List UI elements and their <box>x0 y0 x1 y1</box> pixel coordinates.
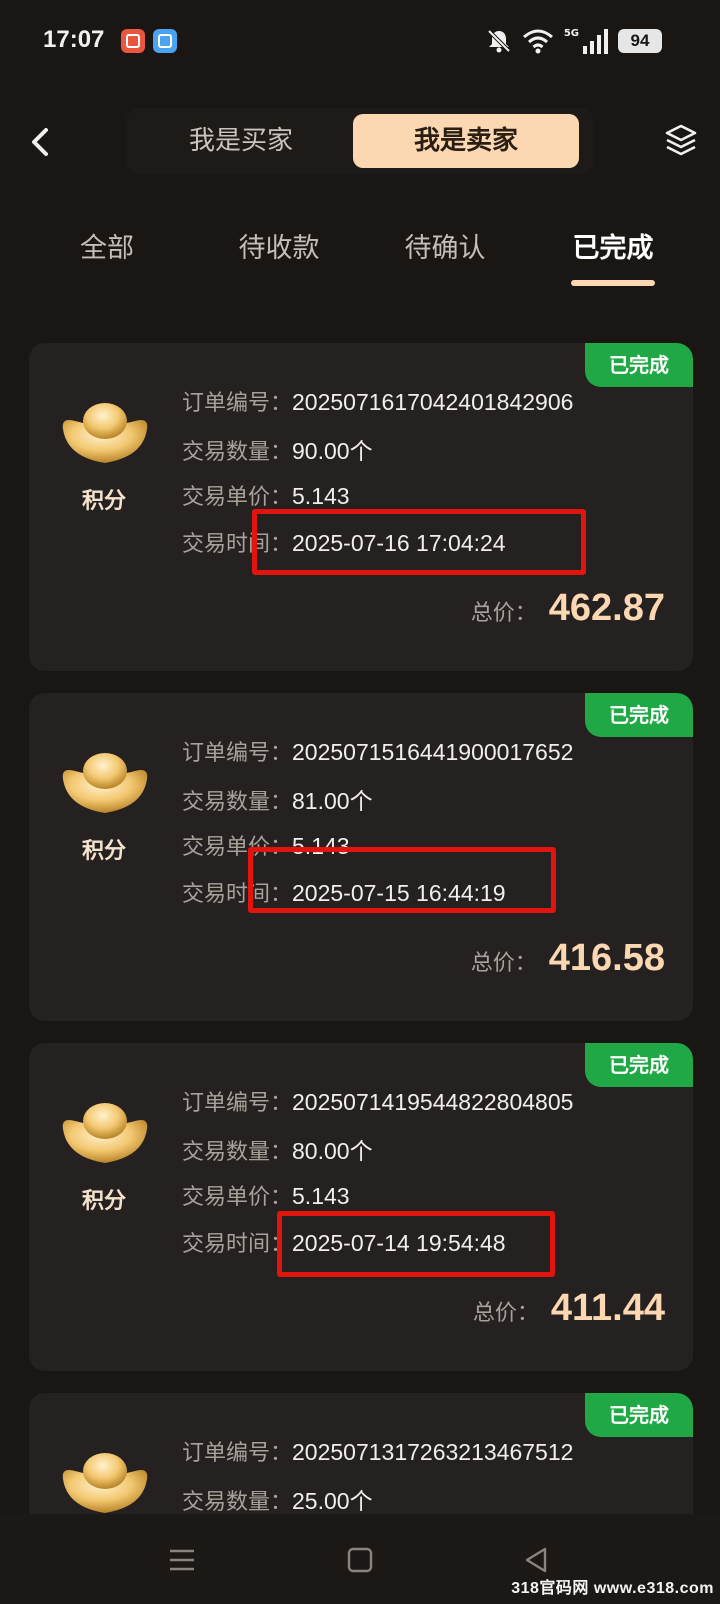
status-badge: 已完成 <box>585 1043 693 1087</box>
quantity-label: 交易数量： <box>182 440 293 465</box>
order-number-row: 订单编号：2025071317263213467512 <box>182 1435 573 1467</box>
mute-icon <box>487 29 511 53</box>
status-indicators: 5G 94 <box>486 26 662 56</box>
quantity-row: 交易数量：81.00个 <box>182 782 373 816</box>
status-badge: 已完成 <box>585 693 693 737</box>
quantity: 81.00个 <box>292 788 373 814</box>
tab-completed[interactable]: 已完成 <box>556 226 670 265</box>
total-row: 总价： 416.58 <box>471 937 665 987</box>
product-name: 积分 <box>81 839 126 864</box>
order-card[interactable]: 已完成 积分 订单编号：2025071617042401842906 交易数量：… <box>29 343 693 671</box>
quantity: 80.00个 <box>292 1138 373 1164</box>
order-number: 2025071516441900017652 <box>292 739 574 765</box>
order-number: 2025071617042401842906 <box>292 389 574 415</box>
annotation-highlight-box <box>248 847 556 913</box>
chevron-left-icon <box>32 128 48 156</box>
quantity: 90.00个 <box>292 438 373 464</box>
order-card[interactable]: 已完成 积分 订单编号：2025071516441900017652 交易数量：… <box>29 693 693 1021</box>
quantity-label: 交易数量： <box>182 790 293 815</box>
unit-price-label: 交易单价： <box>182 1185 293 1210</box>
status-bar: 17:07 5G 94 <box>0 0 720 82</box>
order-number-row: 订单编号：2025071419544822804805 <box>182 1085 573 1117</box>
total-price: 416.58 <box>548 937 665 979</box>
system-nav-bar: 318官码网 www.e318.com <box>0 1514 720 1604</box>
battery-icon: 94 <box>618 29 662 53</box>
quantity-label: 交易数量： <box>182 1140 293 1165</box>
product-name: 积分 <box>81 489 126 514</box>
status-tabs: 全部 待收款 待确认 已完成 <box>0 218 720 290</box>
total-price: 411.44 <box>550 1287 665 1329</box>
status-badge: 已完成 <box>585 1393 693 1437</box>
unit-price: 5.143 <box>292 483 350 509</box>
product-name: 积分 <box>81 1189 126 1214</box>
status-time: 17:07 <box>43 26 105 53</box>
unit-price: 5.143 <box>292 1183 350 1209</box>
unit-price-row: 交易单价：5.143 <box>182 1179 350 1211</box>
tab-all[interactable]: 全部 <box>62 226 152 265</box>
order-number-label: 订单编号： <box>182 1441 293 1466</box>
quantity-row: 交易数量：90.00个 <box>182 432 373 466</box>
tab-pending-confirm[interactable]: 待确认 <box>390 226 500 265</box>
watermark: 318官码网 www.e318.com <box>511 1580 714 1597</box>
total-label: 总价： <box>470 601 537 626</box>
status-badge: 已完成 <box>585 343 693 387</box>
role-switch: 我是买家 我是卖家 <box>126 108 594 174</box>
total-row: 总价： 411.44 <box>473 1287 665 1337</box>
signal-icon <box>583 28 608 54</box>
quantity-row: 交易数量：25.00个 <box>182 1482 373 1514</box>
order-card[interactable]: 已完成 积分 订单编号：2025071419544822804805 交易数量：… <box>29 1043 693 1371</box>
app-notification-icon <box>121 29 145 53</box>
tab-pending-payment[interactable]: 待收款 <box>224 226 334 265</box>
annotation-highlight-box <box>252 509 586 575</box>
trade-time-label: 交易时间： <box>182 1232 293 1257</box>
network-type: 5G <box>563 27 579 39</box>
tab-active-indicator <box>571 280 655 286</box>
wifi-icon <box>522 29 553 54</box>
gold-ingot-icon <box>62 403 148 463</box>
total-price: 462.87 <box>548 587 665 629</box>
total-row: 总价： 462.87 <box>471 587 665 637</box>
home-icon[interactable] <box>342 1542 378 1578</box>
order-number-label: 订单编号： <box>182 391 293 416</box>
buyer-role-button[interactable]: 我是买家 <box>146 114 336 168</box>
app-notification-icon <box>153 29 177 53</box>
order-number-row: 订单编号：2025071617042401842906 <box>182 385 573 417</box>
order-number: 2025071317263213467512 <box>292 1439 574 1465</box>
order-card[interactable]: 已完成 订单编号：2025071317263213467512 交易数量：25.… <box>29 1393 693 1514</box>
seller-role-button[interactable]: 我是卖家 <box>353 114 579 168</box>
gold-ingot-icon <box>62 1453 148 1513</box>
total-label: 总价： <box>470 951 537 976</box>
order-number-label: 订单编号： <box>182 1091 293 1116</box>
total-label: 总价： <box>472 1301 539 1326</box>
gold-ingot-icon <box>62 753 148 813</box>
menu-icon[interactable] <box>164 1542 200 1578</box>
quantity-row: 交易数量：80.00个 <box>182 1132 373 1166</box>
unit-price-row: 交易单价：5.143 <box>182 479 350 511</box>
quantity-label: 交易数量： <box>182 1490 293 1514</box>
annotation-highlight-box <box>277 1211 555 1277</box>
gold-ingot-icon <box>62 1103 148 1163</box>
order-number-label: 订单编号： <box>182 741 293 766</box>
layers-icon[interactable] <box>664 123 698 157</box>
order-number-row: 订单编号：2025071516441900017652 <box>182 735 573 767</box>
order-number: 2025071419544822804805 <box>292 1089 574 1115</box>
quantity: 25.00个 <box>292 1488 373 1514</box>
unit-price-label: 交易单价： <box>182 485 293 510</box>
back-button[interactable] <box>26 122 56 162</box>
back-triangle-icon[interactable] <box>518 1542 554 1578</box>
